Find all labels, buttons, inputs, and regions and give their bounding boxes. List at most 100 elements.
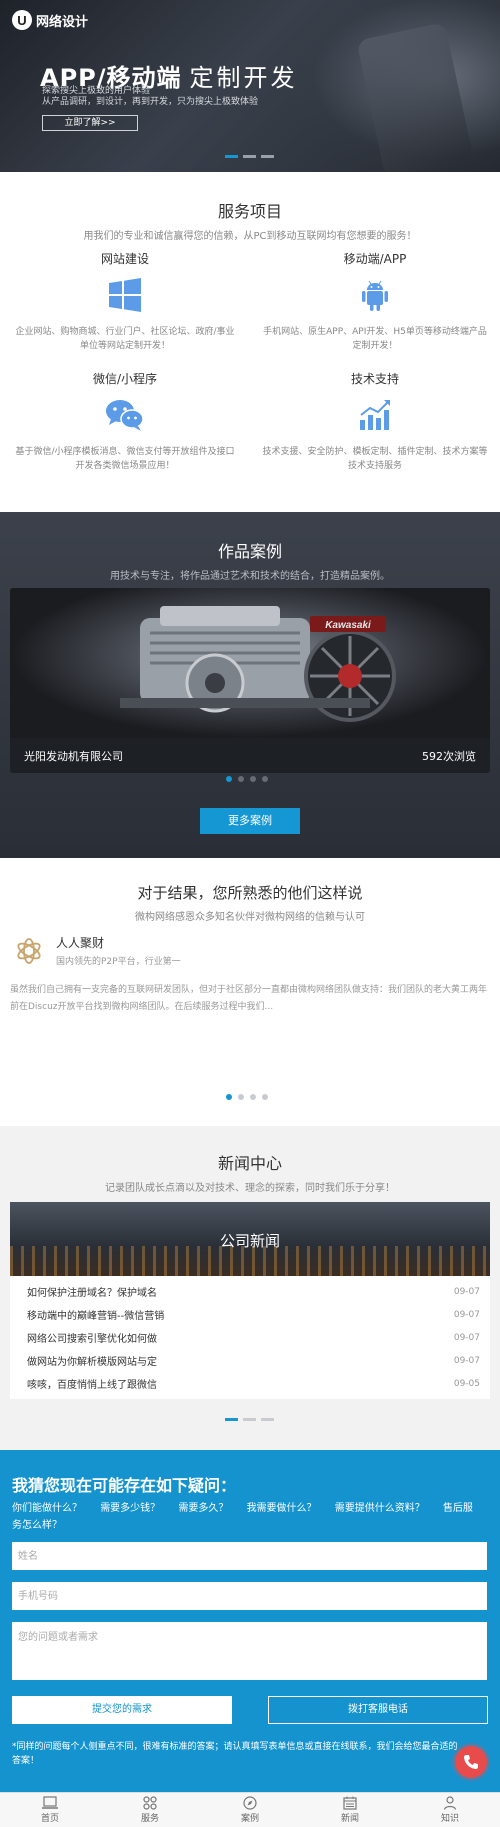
news-item-title: 做网站为你解析模版网站与定 — [27, 1357, 157, 1368]
news-banner[interactable]: 公司新闻 — [10, 1202, 490, 1276]
contact-note: *同样的问题每个人侧重点不同，很难有标准的答案；请认真填写表单信息或直接在线联系… — [12, 1742, 458, 1766]
slide-dot[interactable] — [238, 776, 244, 782]
news-item-date: 09-07 — [453, 1332, 480, 1343]
android-icon — [355, 275, 395, 315]
case-info-bar: 光阳发动机有限公司 592次浏览 — [10, 738, 490, 773]
message-textarea[interactable] — [12, 1622, 487, 1680]
services-subtitle: 用我们的专业和诚信赢得您的信赖，从PC到移动互联网均有您想要的服务！ — [83, 231, 417, 242]
news-item[interactable]: 做网站为你解析模版网站与定 09-07 — [10, 1349, 490, 1372]
nav-item-news[interactable]: 新闻 — [300, 1793, 400, 1827]
news-item[interactable]: 网络公司搜索引擎优化如何做 09-07 — [10, 1326, 490, 1349]
faq-link[interactable]: 我需要做什么？ — [247, 1503, 317, 1514]
calendar-icon — [343, 1796, 357, 1810]
slide-indicator[interactable] — [261, 1418, 274, 1421]
cases-title: 作品案例 — [217, 542, 282, 561]
service-desc: 基于微信/小程序模板消息、微信支付等开放组件及接口开发各类微信场景应用！ — [15, 447, 235, 471]
submit-request-button[interactable]: 提交您的需求 — [12, 1696, 232, 1724]
service-desc: 技术支援、安全防护、模板定制、插件定制、技术方案等技术支持服务 — [262, 447, 488, 471]
testimonial-subtitle: 微构网络感恩众多知名伙伴对微构网络的信赖与认可 — [135, 912, 365, 923]
compass-icon — [243, 1796, 257, 1810]
bottom-nav: 首页 服务 案例 新闻 知识 — [0, 1792, 500, 1827]
nav-label: 首页 — [40, 1814, 59, 1824]
service-desc: 手机网站、原生APP、API开发、H5单页等移动终端产品定制开发！ — [263, 327, 487, 351]
slide-indicator[interactable] — [261, 155, 274, 158]
service-name: 微信/小程序 — [92, 372, 158, 386]
engine-brand-label: Kawasaki — [325, 620, 371, 631]
nav-label: 案例 — [240, 1814, 259, 1824]
slide-indicator[interactable] — [225, 1418, 238, 1421]
slide-indicator[interactable] — [243, 1418, 256, 1421]
client-header: 人人聚财 国内领先的P2P平台，行业第一 — [14, 934, 181, 967]
slide-dot[interactable] — [250, 776, 256, 782]
slide-dot[interactable] — [262, 776, 268, 782]
hero-sub-line1: 探索搜尖上极致的用户体验 — [42, 86, 151, 96]
news-subtitle: 记录团队成长点滴以及对技术、理念的探索，同时我们乐于分享！ — [105, 1183, 395, 1194]
news-item[interactable]: 如何保护注册域名？保护域名 09-07 — [10, 1280, 490, 1303]
news-item[interactable]: 咳咳，百度悄悄上线了跟微信 09-05 — [10, 1372, 490, 1395]
slide-dot[interactable] — [250, 1094, 256, 1100]
name-input[interactable] — [12, 1542, 487, 1570]
wechat-icon — [105, 395, 145, 435]
news-item-title: 咳咳，百度悄悄上线了跟微信 — [27, 1380, 157, 1391]
site-logo[interactable]: U 网络设计 — [12, 10, 88, 30]
faq-link[interactable]: 需要提供什么资料？ — [335, 1503, 425, 1514]
news-section: 新闻中心 记录团队成长点滴以及对技术、理念的探索，同时我们乐于分享！ 公司新闻 … — [0, 1126, 500, 1450]
faq-link[interactable]: 你们能做什么？ — [12, 1503, 82, 1514]
news-item-date: 09-07 — [453, 1286, 480, 1297]
slide-dot[interactable] — [226, 776, 232, 782]
nav-item-cases[interactable]: 案例 — [200, 1793, 300, 1827]
hero-slider-indicators — [225, 155, 274, 158]
phone-input[interactable] — [12, 1582, 487, 1610]
learn-more-button[interactable]: 立即了解>> — [42, 115, 138, 131]
nav-item-knowledge[interactable]: 知识 — [400, 1793, 500, 1827]
testimonial-title: 对于结果，您所熟悉的他们这样说 — [137, 884, 363, 902]
more-cases-button[interactable]: 更多案例 — [200, 808, 300, 834]
news-slider-indicators — [225, 1418, 274, 1421]
slide-indicator[interactable] — [243, 155, 256, 158]
case-slider-dots — [226, 776, 268, 782]
testimonial-section: 对于结果，您所熟悉的他们这样说 微构网络感恩众多知名伙伴对微构网络的信赖与认可 … — [0, 858, 500, 1126]
nav-item-services[interactable]: 服务 — [100, 1793, 200, 1827]
windows-icon — [105, 275, 145, 315]
service-item-wechat[interactable]: 微信/小程序 基于微信/小程序模板消息、微信支付等开放组件及接口开发各类微信场景… — [0, 370, 250, 490]
service-item-support[interactable]: 技术支持 技术支援、安全防护、模板定制、插件定制、技术方案等技术支持服务 — [250, 370, 500, 490]
case-company: 光阳发动机有限公司 — [24, 749, 123, 763]
laptop-icon — [42, 1796, 58, 1809]
phone-icon — [464, 1755, 478, 1769]
logo-text: 网络设计 — [36, 14, 89, 30]
nav-item-home[interactable]: 首页 — [0, 1793, 100, 1827]
slide-dot[interactable] — [226, 1094, 232, 1100]
faq-link[interactable]: 需要多少钱？ — [100, 1503, 160, 1514]
news-item-date: 09-07 — [453, 1355, 480, 1366]
call-service-button[interactable]: 拨打客服电话 — [268, 1696, 488, 1724]
hero-subtitle: 探索搜尖上极致的用户体验 从产品调研，到设计，再到开发，只为搜尖上极致体验 — [42, 86, 258, 108]
news-item-title: 移动端中的巅峰营销--微信营销 — [27, 1311, 165, 1322]
client-logo-icon — [17, 937, 41, 964]
service-desc: 企业网站、购物商城、行业门户、社区论坛、政府/事业单位等网站定制开发！ — [15, 327, 235, 351]
slide-indicator[interactable] — [225, 155, 238, 158]
phone-call-fab[interactable] — [455, 1746, 487, 1778]
news-item-date: 09-07 — [453, 1309, 480, 1320]
service-name: 技术支持 — [350, 372, 399, 386]
faq-link[interactable]: 需要多久？ — [178, 1503, 228, 1514]
service-item-web[interactable]: 网站建设 企业网站、购物商城、行业门户、社区论坛、政府/事业单位等网站定制开发！ — [0, 250, 250, 370]
news-title: 新闻中心 — [217, 1154, 282, 1173]
case-card[interactable]: Kawasaki 光阳发动机有限公司 592次浏览 — [10, 588, 490, 773]
testimonial-slider-dots — [226, 1094, 268, 1100]
contact-section: 我猜您现在可能存在如下疑问： 你们能做什么？ 需要多少钱？ 需要多久？ 我需要做… — [0, 1450, 500, 1792]
logo-mark: U — [12, 10, 32, 30]
slide-dot[interactable] — [238, 1094, 244, 1100]
case-image: Kawasaki — [10, 588, 490, 738]
contact-title: 我猜您现在可能存在如下疑问： — [12, 1476, 237, 1495]
nav-label: 新闻 — [340, 1814, 359, 1824]
client-tagline: 国内领先的P2P平台，行业第一 — [56, 957, 181, 967]
news-list: 如何保护注册域名？保护域名 09-07 移动端中的巅峰营销--微信营销 09-0… — [10, 1276, 490, 1399]
slide-dot[interactable] — [262, 1094, 268, 1100]
news-item[interactable]: 移动端中的巅峰营销--微信营销 09-07 — [10, 1303, 490, 1326]
cases-subtitle: 用技术与专注，将作品通过艺术和技术的结合，打造精品案例。 — [110, 571, 390, 582]
service-item-app[interactable]: 移动端/APP 手机网站、原生APP、API开发、H5单页等移动终端产品定制开发… — [250, 250, 500, 370]
testimonial-quote: 虽然我们自己拥有一支完备的互联网研发团队，但对于社区部分一直都由微构网络团队做支… — [10, 985, 488, 1012]
news-item-title: 网络公司搜索引擎优化如何做 — [27, 1334, 157, 1345]
service-name: 移动端/APP — [343, 252, 407, 266]
client-name: 人人聚财 — [56, 936, 105, 950]
